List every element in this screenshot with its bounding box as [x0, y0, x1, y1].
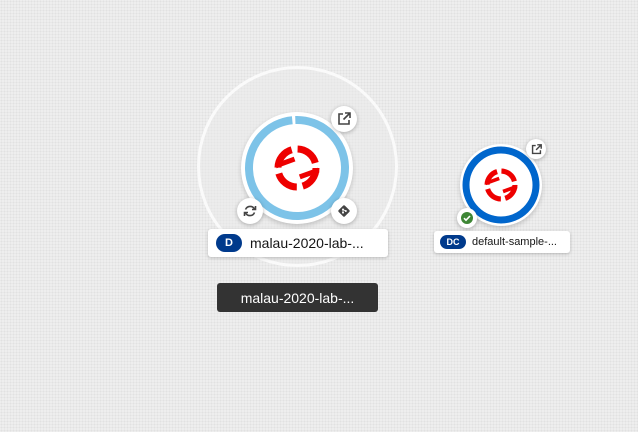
node-tooltip: malau-2020-lab-...: [217, 283, 378, 312]
git-icon: [338, 205, 350, 217]
success-check-icon: [461, 212, 473, 224]
node-label[interactable]: D malau-2020-lab-...: [208, 229, 388, 257]
openshift-icon: [484, 168, 518, 202]
external-link-icon: [338, 112, 351, 125]
open-url-decorator[interactable]: [526, 139, 546, 159]
open-url-decorator[interactable]: [331, 106, 357, 132]
node-name: malau-2020-lab-...: [250, 235, 364, 251]
build-status-decorator[interactable]: [237, 198, 263, 224]
resource-kind-badge: D: [216, 234, 242, 252]
openshift-icon: [274, 145, 320, 191]
external-link-icon: [531, 143, 542, 154]
edit-source-decorator[interactable]: [331, 198, 357, 224]
tooltip-text: malau-2020-lab-...: [240, 289, 355, 306]
node-name: default-sample-...: [472, 236, 557, 248]
status-decorator[interactable]: [457, 208, 477, 228]
refresh-icon: [243, 205, 257, 217]
node-label[interactable]: DC default-sample-...: [434, 231, 570, 253]
resource-kind-badge: DC: [440, 235, 466, 249]
